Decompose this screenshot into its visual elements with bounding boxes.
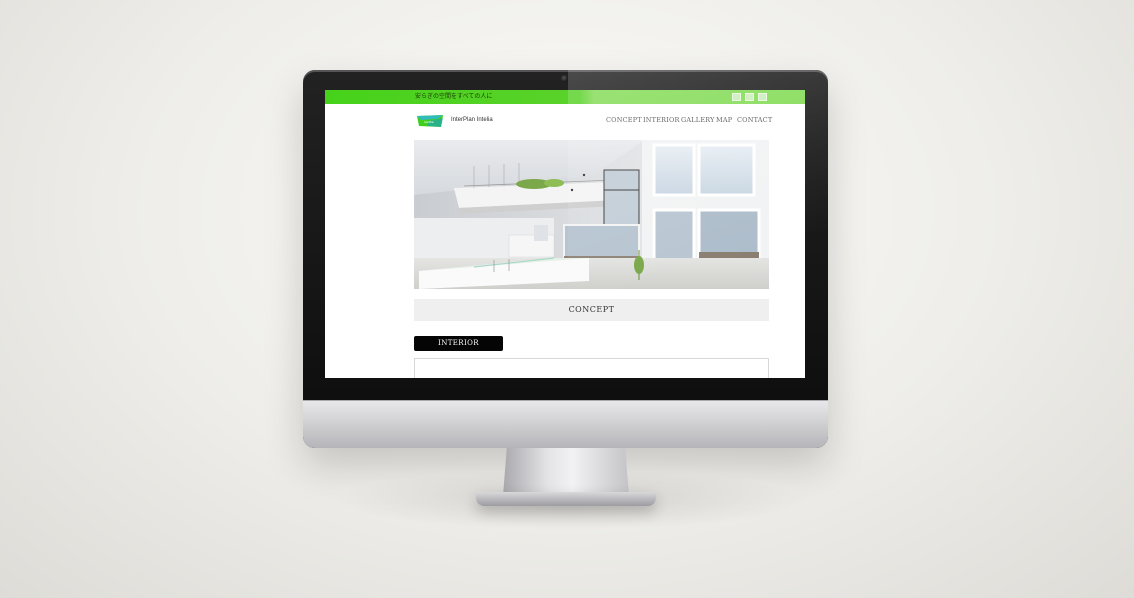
social-button-2[interactable] [745, 93, 754, 101]
content-text-fragment: ・・ [433, 376, 443, 378]
logo-icon[interactable]: InterPlan [417, 115, 443, 127]
monitor-chin [303, 400, 828, 448]
nav-gallery[interactable]: GALLERY [681, 116, 715, 124]
monitor-stand-base [476, 492, 656, 506]
site-brand[interactable]: InterPlan Intelia [451, 117, 493, 123]
nav-interior[interactable]: INTERIOR [643, 116, 680, 124]
concept-heading: CONCEPT [568, 305, 615, 314]
interior-content-card: ・・ [414, 358, 769, 378]
concept-section-bar[interactable]: CONCEPT [414, 299, 769, 321]
logo-small-text: InterPlan [424, 121, 435, 124]
site-tagline: 安らぎの空間をすべての人に [415, 93, 493, 100]
social-button-3[interactable] [758, 93, 767, 101]
hero-interior-image [414, 140, 769, 289]
monitor: 安らぎの空間をすべての人に InterPlan InterPlan Inteli… [303, 70, 828, 448]
camera-icon [561, 75, 568, 82]
monitor-stand-neck [503, 448, 629, 496]
top-bar: 安らぎの空間をすべての人に [325, 90, 805, 104]
interior-section-badge[interactable]: INTERIOR [414, 336, 503, 351]
social-button-1[interactable] [732, 93, 741, 101]
nav-contact[interactable]: CONTACT [737, 116, 772, 124]
website-screen: 安らぎの空間をすべての人に InterPlan InterPlan Inteli… [325, 90, 805, 378]
interior-heading: INTERIOR [438, 339, 479, 347]
nav-concept[interactable]: CONCEPT [606, 116, 642, 124]
nav-map[interactable]: MAP [716, 116, 732, 124]
